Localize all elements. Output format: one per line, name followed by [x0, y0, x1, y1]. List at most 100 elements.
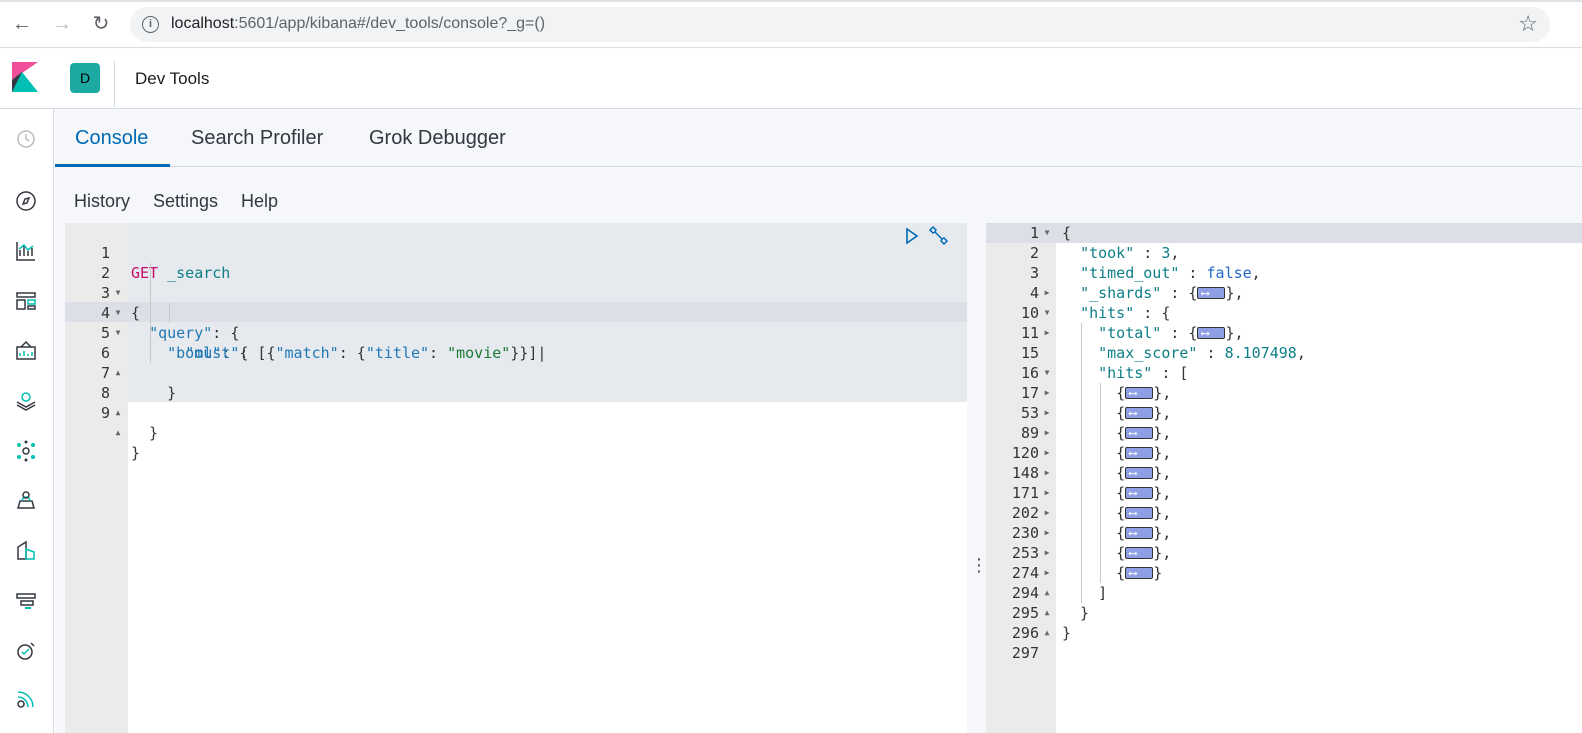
fold-right-icon[interactable]: ▶ [1042, 563, 1052, 583]
indent-guide [169, 303, 170, 323]
tab-search-profiler[interactable]: Search Profiler [191, 127, 323, 150]
wrench-settings-icon[interactable] [927, 225, 949, 247]
dev-tools-main: Console Search Profiler Grok Debugger Hi… [55, 109, 1582, 733]
history-link[interactable]: History [74, 191, 130, 212]
folded-block-icon[interactable] [1125, 423, 1154, 443]
fold-down-icon[interactable]: ▼ [1042, 363, 1052, 383]
response-line: 1 ▼{ [986, 223, 1582, 243]
browser-toolbar: ← → ↻ i localhost:5601/app/kibana#/dev_t… [0, 0, 1582, 48]
tab-strip-edge [0, 0, 1582, 2]
response-line: 16 ▼ "hits" : [ [986, 363, 1582, 383]
response-line: 10 ▼ "hits" : { [986, 303, 1582, 323]
forward-button[interactable]: → [50, 12, 74, 36]
line-number: 4 [1029, 284, 1039, 302]
folded-block-icon[interactable] [1125, 483, 1154, 503]
line-number: 2 [1029, 244, 1039, 262]
fold-right-icon[interactable]: ▶ [1042, 543, 1052, 563]
tab-console[interactable]: Console [75, 127, 148, 150]
line-number: 297 [1011, 644, 1039, 662]
indent-guide [1081, 323, 1082, 603]
fold-right-icon[interactable]: ▶ [1042, 323, 1052, 343]
uptime-icon[interactable] [14, 639, 38, 663]
machine-learning-icon[interactable] [14, 439, 38, 463]
info-icon[interactable]: i [142, 16, 159, 33]
folded-block-icon[interactable] [1125, 563, 1154, 583]
help-link[interactable]: Help [241, 191, 278, 212]
url-host: localhost [171, 15, 235, 32]
maps-icon[interactable] [14, 389, 38, 413]
url-text[interactable]: localhost:5601/app/kibana#/dev_tools/con… [171, 15, 545, 33]
fold-up-icon[interactable]: ▲ [113, 423, 123, 443]
url-path: :5601/app/kibana#/dev_tools/console?_g=(… [234, 15, 546, 32]
folded-block-icon[interactable] [1125, 383, 1154, 403]
fold-right-icon[interactable]: ▶ [1042, 423, 1052, 443]
line-number: 120 [1011, 444, 1039, 462]
code-line: 1 GET _search [65, 223, 967, 282]
folded-block-icon[interactable] [1125, 403, 1154, 423]
kibana-logo-icon[interactable] [12, 62, 38, 92]
line-number: 16 [1020, 364, 1039, 382]
folded-block-icon[interactable] [1125, 543, 1154, 563]
response-line: 296 ▲} [986, 623, 1582, 643]
fold-right-icon[interactable]: ▶ [1042, 283, 1052, 303]
tab-grok-debugger[interactable]: Grok Debugger [369, 127, 506, 150]
response-line: 171▶ {}, [986, 483, 1582, 503]
canvas-icon[interactable] [14, 339, 38, 363]
fold-right-icon[interactable]: ▶ [1042, 463, 1052, 483]
line-number: 148 [1011, 464, 1039, 482]
request-editor[interactable]: 1 GET _search 2 ▼ { 3 ▼ "query": { 4 ▼ "… [65, 223, 967, 733]
line-number: 11 [1020, 324, 1039, 342]
response-line: 294 ▲ ] [986, 583, 1582, 603]
side-nav [0, 109, 54, 733]
code-line: 2 ▼ { [65, 243, 967, 322]
fold-right-icon[interactable]: ▶ [1042, 523, 1052, 543]
line-number: 1 [1029, 224, 1039, 242]
response-line: 295 ▲ } [986, 603, 1582, 623]
fold-right-icon[interactable]: ▶ [1042, 403, 1052, 423]
code-line: 8 ▲ } [65, 363, 967, 442]
folded-block-icon[interactable] [1197, 283, 1226, 303]
active-tab-indicator [55, 164, 170, 167]
fold-right-icon[interactable]: ▶ [1042, 503, 1052, 523]
code-line: 6 ▲ } [65, 323, 967, 402]
address-bar[interactable]: i localhost:5601/app/kibana#/dev_tools/c… [130, 7, 1550, 42]
folded-block-icon[interactable] [1125, 443, 1154, 463]
page-title: Dev Tools [135, 69, 210, 88]
folded-block-icon[interactable] [1125, 503, 1154, 523]
fold-right-icon[interactable]: ▶ [1042, 483, 1052, 503]
fold-up-icon[interactable]: ▲ [1042, 623, 1052, 643]
fold-up-icon[interactable]: ▲ [1042, 583, 1052, 603]
settings-link[interactable]: Settings [153, 191, 218, 212]
send-request-play-icon[interactable] [903, 225, 921, 247]
response-line: 297 [986, 643, 1582, 663]
reload-button[interactable]: ↻ [89, 12, 113, 36]
recently-viewed-clock-icon[interactable] [14, 127, 38, 151]
code-line: 3 ▼ "query": { [65, 263, 967, 342]
code-line: 7 [65, 343, 967, 382]
folded-block-icon[interactable] [1125, 523, 1154, 543]
fold-up-icon[interactable]: ▲ [1042, 603, 1052, 623]
panel-resize-handle[interactable]: ⋮ [970, 555, 988, 583]
folded-block-icon[interactable] [1125, 463, 1154, 483]
bookmark-star-icon[interactable]: ☆ [1518, 11, 1538, 37]
logs-icon[interactable] [14, 539, 38, 563]
response-line: 120▶ {}, [986, 443, 1582, 463]
apm-icon[interactable] [14, 589, 38, 613]
space-avatar[interactable]: D [70, 63, 100, 93]
back-button[interactable]: ← [10, 12, 34, 36]
fold-right-icon[interactable]: ▶ [1042, 443, 1052, 463]
fold-down-icon[interactable]: ▼ [1042, 223, 1052, 243]
response-line: 53▶ {}, [986, 403, 1582, 423]
infrastructure-icon[interactable] [14, 489, 38, 513]
indent-guide [1100, 383, 1101, 583]
fold-down-icon[interactable]: ▼ [1042, 303, 1052, 323]
discover-compass-icon[interactable] [14, 189, 38, 213]
siem-feed-icon[interactable] [14, 687, 38, 711]
line-number: 89 [1020, 424, 1039, 442]
fold-right-icon[interactable]: ▶ [1042, 383, 1052, 403]
line-number: 295 [1011, 604, 1039, 622]
folded-block-icon[interactable] [1197, 323, 1226, 343]
dashboard-icon[interactable] [14, 289, 38, 313]
line-number: 9 [100, 404, 110, 422]
visualize-chart-icon[interactable] [14, 239, 38, 263]
